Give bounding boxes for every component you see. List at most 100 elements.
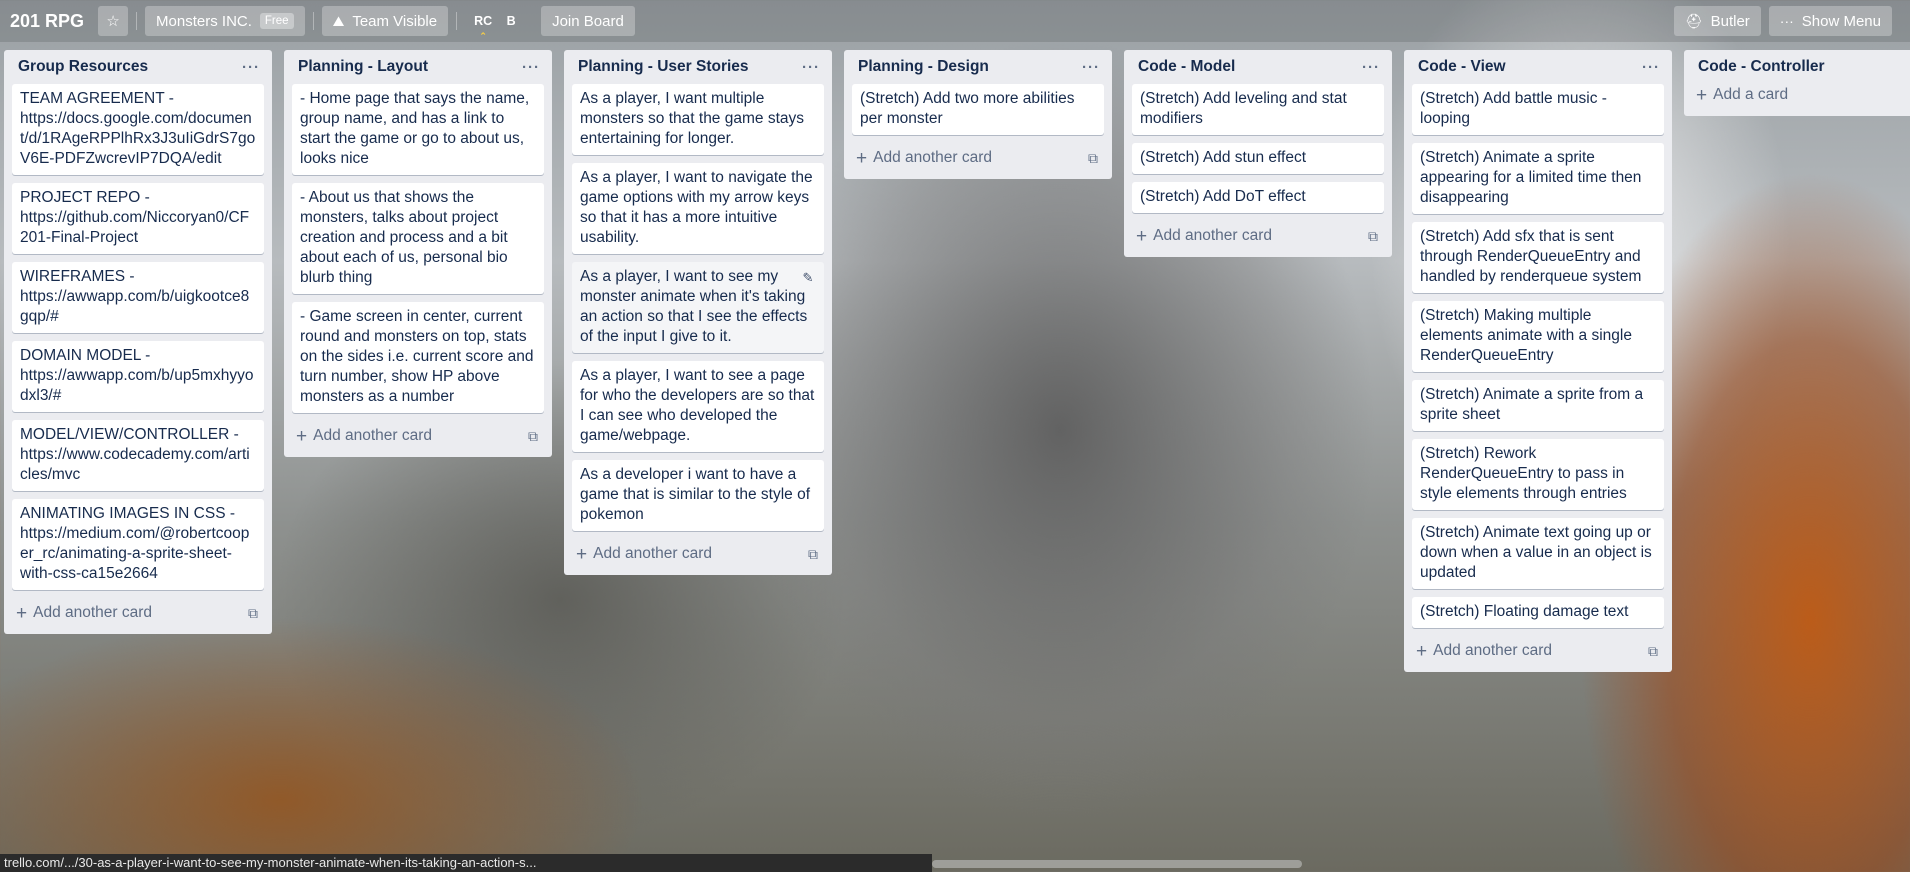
team-icon: ⛰	[332, 12, 345, 29]
ellipsis-icon[interactable]: ···	[522, 59, 540, 76]
list-title[interactable]: Planning - Design	[858, 58, 989, 76]
card[interactable]: - About us that shows the monsters, talk…	[292, 183, 544, 294]
card[interactable]: (Stretch) Animate a sprite appearing for…	[1412, 143, 1664, 214]
list-title[interactable]: Code - View	[1418, 58, 1506, 76]
card[interactable]: As a player, I want to see a page for wh…	[572, 361, 824, 452]
ellipsis-icon[interactable]: ···	[1362, 59, 1380, 76]
list-planning-design: Planning - Design ··· (Stretch) Add two …	[844, 50, 1112, 179]
list-planning-layout: Planning - Layout ··· - Home page that s…	[284, 50, 552, 457]
card-template-icon[interactable]: ⧉	[528, 428, 538, 445]
card-list: As a player, I want multiple monsters so…	[568, 80, 828, 531]
butler-label: Butler	[1710, 12, 1750, 30]
add-card-label: Add a card	[1713, 86, 1789, 103]
ellipsis-icon[interactable]: ···	[1082, 59, 1100, 76]
add-card-button[interactable]: + Add another card	[856, 149, 992, 168]
add-card-button[interactable]: + Add another card	[16, 604, 152, 623]
add-card-button[interactable]: + Add a card	[1696, 86, 1788, 105]
board-title[interactable]: 201 RPG	[10, 11, 84, 32]
list-code-model: Code - Model ··· (Stretch) Add leveling …	[1124, 50, 1392, 257]
add-card-label: Add another card	[33, 604, 153, 621]
admin-chevron-icon: ⌃	[479, 31, 487, 41]
list-title[interactable]: Code - Model	[1138, 58, 1235, 76]
plan-badge: Free	[259, 13, 294, 29]
add-card-button[interactable]: + Add another card	[576, 545, 712, 564]
star-icon: ☆	[106, 13, 120, 30]
card[interactable]: As a developer i want to have a game tha…	[572, 460, 824, 531]
show-menu-button[interactable]: ··· Show Menu	[1768, 6, 1892, 36]
card[interactable]: - Game screen in center, current round a…	[292, 302, 544, 413]
add-card-button[interactable]: + Add another card	[1416, 642, 1552, 661]
card-template-icon[interactable]: ⧉	[808, 546, 818, 563]
list-header[interactable]: Planning - Design ···	[848, 50, 1108, 80]
card[interactable]: (Stretch) Add leveling and stat modifier…	[1132, 84, 1384, 135]
list-code-controller: Code - Controller + Add a card	[1684, 50, 1910, 116]
ellipsis-icon[interactable]: ···	[1642, 59, 1660, 76]
card[interactable]: (Stretch) Add sfx that is sent through R…	[1412, 222, 1664, 293]
avatar[interactable]: B	[499, 7, 523, 35]
ellipsis-icon[interactable]: ···	[802, 59, 820, 76]
list-header[interactable]: Code - View ···	[1408, 50, 1668, 80]
card-template-icon[interactable]: ⧉	[1368, 228, 1378, 245]
card[interactable]: As a player, I want multiple monsters so…	[572, 84, 824, 155]
card[interactable]: TEAM AGREEMENT - https://docs.google.com…	[12, 84, 264, 175]
card[interactable]: (Stretch) Making multiple elements anima…	[1412, 301, 1664, 372]
card[interactable]: As a player, I want to navigate the game…	[572, 163, 824, 254]
butler-button[interactable]: ⛑ Butler	[1673, 6, 1761, 36]
card-template-icon[interactable]: ⧉	[1088, 150, 1098, 167]
list-header[interactable]: Planning - Layout ···	[288, 50, 548, 80]
card[interactable]: WIREFRAMES - https://awwapp.com/b/uigkoo…	[12, 262, 264, 333]
add-card-label: Add another card	[873, 149, 993, 166]
card-hovered[interactable]: As a player, I want to see my monster an…	[572, 262, 824, 353]
avatar[interactable]: RC ⌃	[471, 7, 495, 41]
card[interactable]: (Stretch) Add battle music - looping	[1412, 84, 1664, 135]
visibility-button[interactable]: ⛰ Team Visible	[321, 6, 449, 36]
list-title[interactable]: Group Resources	[18, 58, 148, 76]
list-title[interactable]: Planning - Layout	[298, 58, 428, 76]
list-footer: + Add another card ⧉	[1128, 221, 1388, 251]
card[interactable]: (Stretch) Add two more abilities per mon…	[852, 84, 1104, 135]
star-board-button[interactable]: ☆	[98, 6, 129, 36]
ellipsis-icon[interactable]: ···	[242, 59, 260, 76]
card-template-icon[interactable]: ⧉	[1648, 643, 1658, 660]
add-card-label: Add another card	[593, 545, 713, 562]
plus-icon: +	[576, 543, 588, 565]
card-text: As a player, I want to see my monster an…	[580, 268, 808, 345]
add-card-label: Add another card	[313, 427, 433, 444]
plus-icon: +	[296, 425, 308, 447]
list-footer: + Add a card	[1688, 80, 1910, 110]
add-card-button[interactable]: + Add another card	[1136, 227, 1272, 246]
pencil-icon[interactable]: ✎	[796, 266, 820, 290]
card-list: (Stretch) Add two more abilities per mon…	[848, 80, 1108, 135]
list-header[interactable]: Code - Model ···	[1128, 50, 1388, 80]
card[interactable]: (Stretch) Add DoT effect	[1132, 182, 1384, 213]
horizontal-scrollbar[interactable]	[932, 860, 1302, 868]
card[interactable]: DOMAIN MODEL - https://awwapp.com/b/up5m…	[12, 341, 264, 412]
card[interactable]: PROJECT REPO - https://github.com/Niccor…	[12, 183, 264, 254]
list-group-resources: Group Resources ··· TEAM AGREEMENT - htt…	[4, 50, 272, 634]
header-right: ⛑ Butler ··· Show Menu	[1673, 6, 1900, 36]
list-title[interactable]: Code - Controller	[1698, 58, 1825, 76]
plus-icon: +	[856, 147, 868, 169]
card[interactable]: (Stretch) Floating damage text	[1412, 597, 1664, 628]
list-footer: + Add another card ⧉	[288, 421, 548, 451]
plus-icon: +	[1696, 84, 1708, 106]
avatar-initials: RC	[474, 14, 493, 28]
card-template-icon[interactable]: ⧉	[248, 605, 258, 622]
board-header: 201 RPG ☆ Monsters INC. Free ⛰ Team Visi…	[0, 0, 1910, 42]
list-footer: + Add another card ⧉	[1408, 636, 1668, 666]
add-card-button[interactable]: + Add another card	[296, 427, 432, 446]
card[interactable]: MODEL/VIEW/CONTROLLER - https://www.code…	[12, 420, 264, 491]
card[interactable]: - Home page that says the name, group na…	[292, 84, 544, 175]
card[interactable]: (Stretch) Animate text going up or down …	[1412, 518, 1664, 589]
team-button[interactable]: Monsters INC. Free	[145, 6, 305, 36]
list-header[interactable]: Code - Controller	[1688, 50, 1910, 80]
list-footer: + Add another card ⧉	[8, 598, 268, 628]
join-board-button[interactable]: Join Board	[541, 6, 635, 36]
card[interactable]: (Stretch) Rework RenderQueueEntry to pas…	[1412, 439, 1664, 510]
list-header[interactable]: Planning - User Stories ···	[568, 50, 828, 80]
list-title[interactable]: Planning - User Stories	[578, 58, 749, 76]
card[interactable]: (Stretch) Animate a sprite from a sprite…	[1412, 380, 1664, 431]
list-header[interactable]: Group Resources ···	[8, 50, 268, 80]
card[interactable]: ANIMATING IMAGES IN CSS - https://medium…	[12, 499, 264, 590]
card[interactable]: (Stretch) Add stun effect	[1132, 143, 1384, 174]
